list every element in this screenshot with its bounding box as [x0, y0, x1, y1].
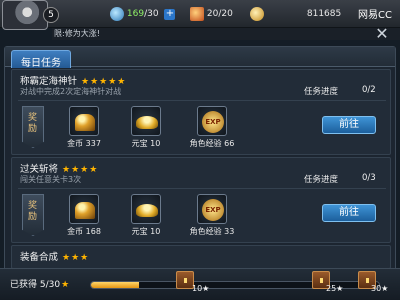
- reward-label: 元宝 10: [131, 139, 161, 148]
- go-button[interactable]: 前往: [322, 116, 376, 134]
- star-icon: ★: [61, 280, 71, 290]
- star-progress-bar: 已获得 5/30★ 10★ 25★ 30★: [0, 268, 400, 300]
- task-title: 装备合成 ★★★: [20, 249, 89, 263]
- chest-label: 10★: [192, 284, 210, 293]
- reward-item-yuanbao[interactable]: 元宝 10: [116, 194, 176, 240]
- stamina-icon: [190, 7, 204, 21]
- reward-label: 角色经验 66: [189, 139, 235, 148]
- task-title: 过关斩将 ★★★★: [20, 161, 98, 175]
- reward-label: 金币 168: [67, 227, 101, 236]
- coin-icon: [250, 7, 264, 21]
- reward-tag-label: 奖励: [28, 201, 38, 222]
- chest-label: 30★: [371, 284, 389, 293]
- yuanbao-ingot-icon: [131, 194, 161, 224]
- stamina-value: 20/20: [206, 9, 233, 19]
- gold-coins-icon: [69, 106, 99, 136]
- reward-item-yuanbao[interactable]: 元宝 10: [116, 106, 176, 152]
- player-avatar[interactable]: [2, 0, 48, 30]
- progress-fill: [91, 282, 139, 288]
- task-progress-label: 任务进度: [304, 175, 339, 185]
- task-divider: [18, 100, 386, 101]
- brand-label: 网易CC: [358, 10, 392, 21]
- task-description: 闯关任意关卡3次: [20, 175, 82, 184]
- reward-item-exp[interactable]: EXP 角色经验 33: [182, 194, 242, 240]
- exp-badge-icon: EXP: [197, 106, 227, 136]
- reward-label: 元宝 10: [131, 227, 161, 236]
- coins-stat: 811685: [250, 7, 341, 21]
- go-button[interactable]: 前往: [322, 204, 376, 222]
- panel-header: 每日任务: [5, 47, 395, 69]
- tab-daily-tasks[interactable]: 每日任务: [11, 50, 71, 69]
- energy-stat: 169/30 +: [110, 7, 176, 21]
- task-card: 过关斩将 ★★★★ 闯关任意关卡3次 任务进度 0/3 奖励 金币 168 元宝 …: [11, 157, 391, 243]
- announcement-ticker: 限:修为大涨!: [52, 28, 400, 40]
- task-stars: ★★★: [62, 253, 90, 263]
- obtained-stars: 已获得 5/30★: [10, 277, 70, 290]
- close-icon[interactable]: ✕: [369, 23, 395, 45]
- energy-icon: [110, 7, 124, 21]
- gold-coins-icon: [69, 194, 99, 224]
- obtained-label: 已获得: [10, 280, 38, 290]
- task-title: 称霸定海神针 ★★★★★: [20, 73, 126, 87]
- reward-tag: 奖励: [22, 194, 44, 236]
- task-description: 对战中完成2次定海神针对战: [20, 87, 122, 96]
- reward-tag-label: 奖励: [28, 113, 38, 134]
- player-level-badge: 5: [43, 7, 59, 23]
- stamina-stat: 20/20: [190, 7, 233, 21]
- coins-value: 811685: [306, 9, 342, 19]
- reward-label: 角色经验 33: [189, 227, 235, 236]
- task-progress-value: 0/2: [362, 85, 376, 95]
- reward-item-gold[interactable]: 金币 337: [54, 106, 114, 152]
- task-progress-label: 任务进度: [304, 87, 339, 97]
- reward-item-exp[interactable]: EXP 角色经验 66: [182, 106, 242, 152]
- task-title-text: 装备合成: [20, 252, 59, 263]
- energy-max: /30: [144, 9, 159, 19]
- reward-label: 金币 337: [67, 139, 101, 148]
- energy-value: 169: [126, 9, 145, 19]
- reward-tag: 奖励: [22, 106, 44, 148]
- top-status-bar: 5 169/30 + 20/20 811685 网易CC: [0, 0, 400, 30]
- chest-label: 25★: [326, 284, 344, 293]
- task-card: 称霸定海神针 ★★★★★ 对战中完成2次定海神针对战 任务进度 0/2 奖励 金币…: [11, 69, 391, 155]
- task-progress-value: 0/3: [362, 173, 376, 183]
- daily-tasks-panel: ✕ 每日任务 称霸定海神针 ★★★★★ 对战中完成2次定海神针对战 任务进度 0/…: [4, 24, 396, 300]
- obtained-value: 5/30: [39, 280, 61, 290]
- reward-item-gold[interactable]: 金币 168: [54, 194, 114, 240]
- exp-badge-icon: EXP: [197, 194, 227, 224]
- task-divider: [18, 188, 386, 189]
- yuanbao-ingot-icon: [131, 106, 161, 136]
- add-energy-button[interactable]: +: [164, 9, 176, 20]
- task-card: 装备合成 ★★★: [11, 245, 391, 269]
